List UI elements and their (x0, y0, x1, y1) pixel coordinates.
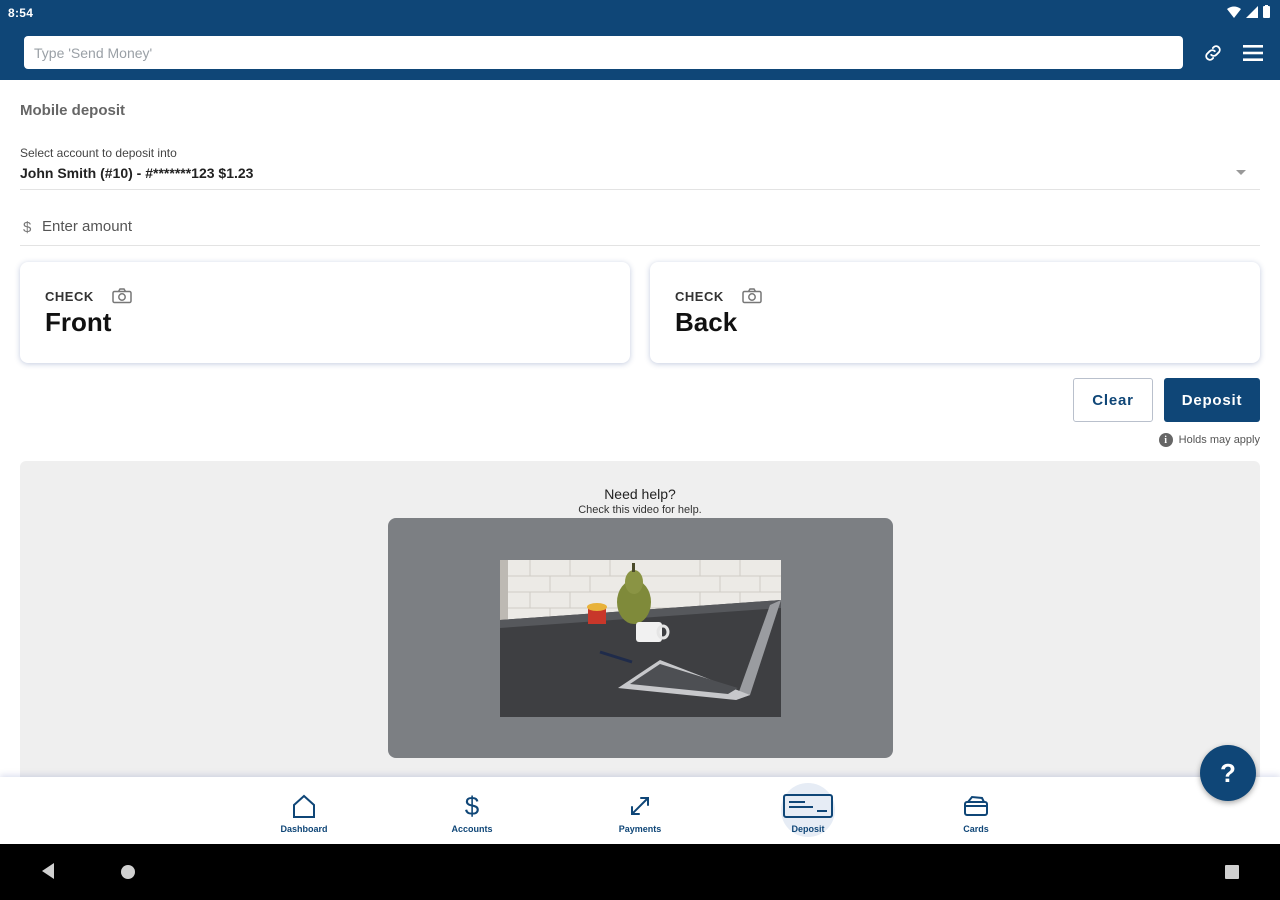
help-title: Need help? (604, 486, 676, 502)
check-deposit-icon (781, 791, 835, 821)
help-fab-button[interactable]: ? (1200, 745, 1256, 801)
nav-item-accounts[interactable]: $ Accounts (427, 777, 517, 844)
help-subtitle: Check this video for help. (578, 504, 702, 516)
camera-icon (112, 288, 132, 304)
check-front-card[interactable]: CHECK Front (20, 262, 630, 363)
bottom-nav: Dashboard $ Accounts Payments Deposit Ca… (0, 777, 1280, 844)
amount-field: $ (20, 206, 1260, 246)
app-header (0, 26, 1280, 80)
info-icon: i (1158, 433, 1173, 447)
signal-icon (1246, 5, 1258, 18)
check-front-label: Front (45, 307, 112, 337)
nav-label: Accounts (451, 824, 493, 834)
back-icon[interactable] (40, 862, 56, 880)
transfer-arrows-icon (625, 791, 655, 821)
holds-note-text: Holds may apply (1178, 434, 1260, 446)
home-icon (289, 791, 319, 821)
nav-item-dashboard[interactable]: Dashboard (259, 777, 349, 844)
page-title: Mobile deposit (20, 102, 125, 119)
account-select-label: Select account to deposit into (20, 146, 177, 160)
help-video-player[interactable] (388, 518, 893, 758)
help-panel: Need help? Check this video for help. (20, 461, 1260, 777)
camera-icon (742, 288, 762, 304)
nav-label: Dashboard (280, 824, 328, 834)
dollar-icon: $ (464, 790, 480, 821)
search-input[interactable] (24, 36, 1183, 69)
check-back-card[interactable]: CHECK Back (650, 262, 1260, 363)
status-icons (1227, 5, 1270, 18)
amount-input[interactable] (42, 214, 542, 238)
nav-item-payments[interactable]: Payments (595, 777, 685, 844)
home-nav-icon[interactable] (120, 864, 136, 880)
holds-note: i Holds may apply (1158, 433, 1260, 447)
battery-icon (1263, 5, 1270, 18)
nav-label: Deposit (791, 824, 825, 834)
nav-label: Payments (618, 824, 662, 834)
video-thumbnail (500, 560, 781, 717)
status-time: 8:54 (8, 6, 34, 20)
status-bar: 8:54 (0, 0, 1280, 26)
wifi-icon (1227, 6, 1241, 18)
nav-item-deposit[interactable]: Deposit (763, 777, 853, 844)
android-nav-bar (0, 844, 1280, 900)
nav-label: Cards (963, 824, 989, 834)
link-icon[interactable] (1200, 40, 1226, 66)
menu-icon[interactable] (1240, 40, 1266, 66)
clear-button[interactable]: Clear (1073, 378, 1153, 422)
currency-symbol: $ (23, 219, 32, 236)
check-back-label: Back (675, 307, 738, 337)
account-select-value: John Smith (#10) - #*******123 $1.23 (20, 165, 254, 181)
check-back-small-label: CHECK (675, 289, 724, 304)
dropdown-caret-icon (1236, 170, 1246, 175)
account-select[interactable]: Select account to deposit into John Smit… (20, 144, 1260, 190)
nav-item-cards[interactable]: Cards (931, 777, 1021, 844)
main-content: Mobile deposit Select account to deposit… (0, 80, 1280, 777)
check-front-small-label: CHECK (45, 289, 94, 304)
recents-icon[interactable] (1225, 865, 1239, 879)
cards-icon (961, 791, 991, 821)
deposit-button[interactable]: Deposit (1164, 378, 1260, 422)
